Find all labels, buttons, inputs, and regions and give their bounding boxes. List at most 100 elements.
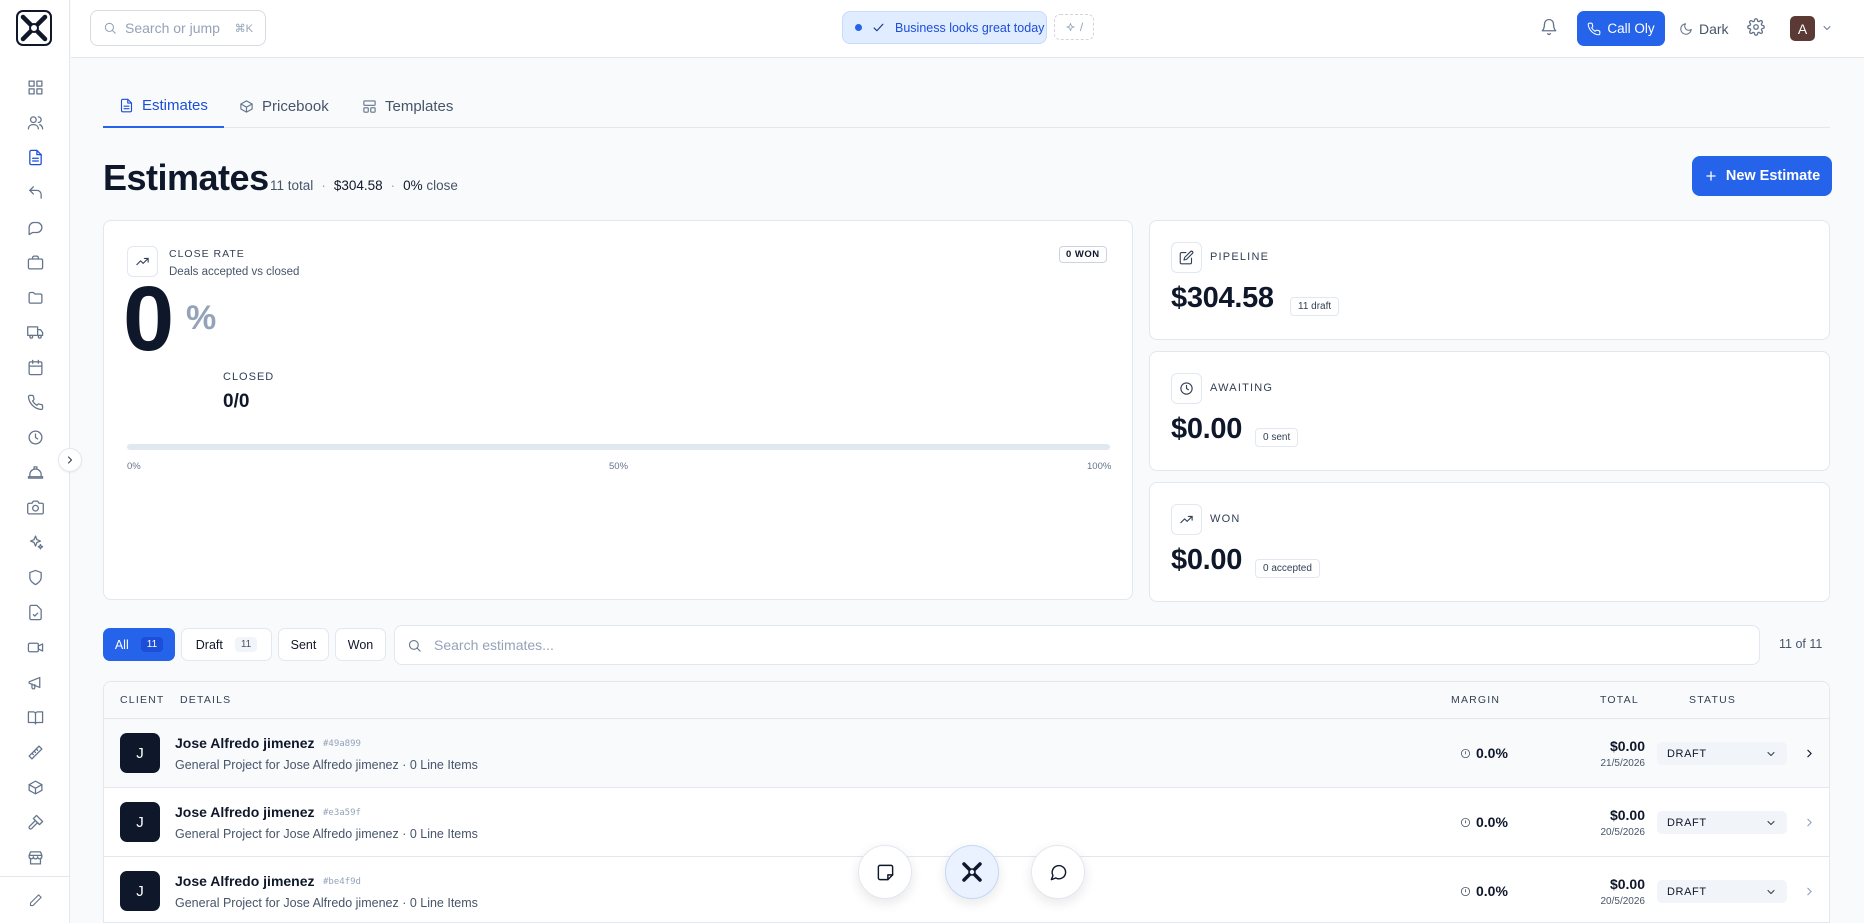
call-oly-button[interactable]: Call Oly: [1577, 11, 1665, 46]
tab-label: Templates: [385, 97, 454, 115]
tab-estimates[interactable]: Estimates: [103, 84, 224, 128]
sidebar-item-jobs[interactable]: [0, 245, 70, 280]
sidebar-item-inventory[interactable]: [0, 770, 70, 805]
settings-button[interactable]: [1747, 18, 1765, 36]
sidebar-item-files[interactable]: [0, 280, 70, 315]
column-margin[interactable]: MARGIN: [1451, 694, 1500, 706]
close-rate-label: close: [426, 178, 458, 193]
chevron-down-icon: [1823, 26, 1831, 30]
sidebar-item-estimates[interactable]: [0, 140, 70, 175]
app-logo-icon[interactable]: [16, 10, 52, 46]
sidebar-item-tools[interactable]: [0, 735, 70, 770]
folder-icon: [27, 291, 43, 304]
separator-dot: ·: [390, 178, 396, 193]
filter-chip-won[interactable]: Won: [335, 628, 386, 661]
page-summary-stats: 11 total · $304.58 · 0% close: [270, 178, 458, 193]
won-icon-box: [1171, 504, 1202, 535]
margin-value: 0.0%: [1476, 814, 1508, 830]
sidebar-item-customers[interactable]: [0, 105, 70, 140]
section-tabs: Estimates Pricebook Templates: [103, 84, 1830, 128]
column-details[interactable]: DETAILS: [180, 694, 231, 706]
margin-value: 0.0%: [1476, 745, 1508, 761]
sidebar-item-history[interactable]: [0, 420, 70, 455]
sidebar-item-messages[interactable]: [0, 210, 70, 245]
client-name: Jose Alfredo jimenez: [175, 735, 315, 751]
hard-hat-icon: [27, 466, 43, 479]
sidebar-item-photos[interactable]: [0, 490, 70, 525]
search-icon: [104, 22, 116, 34]
filter-chip-all[interactable]: All 11: [103, 628, 175, 661]
status-select[interactable]: DRAFT: [1657, 742, 1787, 765]
column-total[interactable]: TOTAL: [1600, 694, 1639, 706]
estimates-search-input[interactable]: Search estimates...: [394, 625, 1760, 665]
assistant-button[interactable]: [945, 845, 999, 899]
sidebar-item-docs[interactable]: [0, 700, 70, 735]
sidebar-item-calls[interactable]: [0, 385, 70, 420]
sidebar-edit-button[interactable]: [0, 876, 70, 923]
status-select[interactable]: DRAFT: [1657, 811, 1787, 834]
progress-tick-100: 100%: [1087, 461, 1112, 472]
global-search-input[interactable]: Search or jump ⌘K: [90, 10, 266, 46]
command-hint-label: /: [1079, 20, 1084, 34]
sidebar-expand-button[interactable]: [58, 448, 82, 472]
tab-label: Estimates: [142, 96, 208, 114]
chat-button[interactable]: [1031, 845, 1085, 899]
filter-chip-draft[interactable]: Draft 11: [181, 628, 272, 661]
tab-pricebook[interactable]: Pricebook: [223, 84, 345, 128]
user-avatar[interactable]: A: [1790, 16, 1815, 41]
call-oly-label: Call Oly: [1607, 21, 1655, 36]
top-bar: Search or jump ⌘K Business looks great t…: [71, 0, 1864, 58]
quick-note-button[interactable]: [858, 845, 912, 899]
sidebar-item-security[interactable]: [0, 560, 70, 595]
column-client[interactable]: CLIENT: [120, 694, 165, 706]
sidebar-item-marketing[interactable]: [0, 665, 70, 700]
client-avatar: J: [120, 802, 160, 842]
client-name: Jose Alfredo jimenez: [175, 804, 315, 820]
dark-mode-label: Dark: [1699, 20, 1729, 37]
dark-mode-toggle[interactable]: Dark: [1679, 11, 1729, 46]
info-icon: [1460, 817, 1471, 827]
estimate-id: #e3a59f: [323, 808, 361, 818]
row-open-button[interactable]: [1803, 816, 1816, 829]
sidebar-item-dashboard[interactable]: [0, 70, 70, 105]
estimate-description: General Project for Jose Alfredo jimenez…: [175, 827, 478, 841]
status-text: Business looks great today: [895, 20, 1045, 35]
user-menu-chevron[interactable]: [1821, 22, 1833, 34]
sidebar-item-store[interactable]: [0, 840, 70, 875]
ruler-icon: [27, 745, 43, 760]
filter-chip-sent[interactable]: Sent: [278, 628, 329, 661]
sidebar-item-ai[interactable]: [0, 525, 70, 560]
pipeline-amount: $304.58: [333, 178, 383, 193]
store-icon: [27, 851, 43, 865]
won-badge-count: 0 accepted: [1255, 559, 1320, 578]
row-open-button[interactable]: [1803, 885, 1816, 898]
book-open-icon: [27, 711, 43, 725]
sidebar-item-invoices[interactable]: [0, 595, 70, 630]
sidebar-item-dispatch[interactable]: [0, 315, 70, 350]
client-name: Jose Alfredo jimenez: [175, 873, 315, 889]
clock-icon: [1180, 382, 1193, 395]
column-status[interactable]: STATUS: [1689, 694, 1736, 706]
filter-chip-count: 11: [234, 637, 258, 652]
notifications-button[interactable]: [1540, 18, 1558, 36]
file-text-icon: [28, 149, 42, 166]
command-hint-button[interactable]: /: [1054, 14, 1094, 40]
status-select[interactable]: DRAFT: [1657, 880, 1787, 903]
closed-label: CLOSED: [223, 371, 275, 383]
row-open-button[interactable]: [1803, 747, 1816, 760]
business-status-pill[interactable]: Business looks great today: [842, 11, 1047, 44]
sidebar-item-equipment[interactable]: [0, 805, 70, 840]
sidebar-item-calendar[interactable]: [0, 350, 70, 385]
pipeline-badge: 11 draft: [1290, 297, 1340, 316]
sidebar-item-undo[interactable]: [0, 175, 70, 210]
estimate-id: #be4f9d: [323, 877, 361, 887]
tab-templates[interactable]: Templates: [346, 84, 469, 128]
new-estimate-button[interactable]: New Estimate: [1692, 156, 1832, 196]
trending-up-icon: [136, 257, 149, 266]
sidebar-item-video[interactable]: [0, 630, 70, 665]
total-count: 11 total: [270, 178, 313, 193]
phone-call-icon: [1588, 22, 1601, 35]
global-search-placeholder: Search or jump: [125, 20, 220, 36]
pipeline-card: PIPELINE $304.58 11 draft: [1149, 220, 1830, 340]
table-row[interactable]: J Jose Alfredo jimenez #49a899 General P…: [104, 719, 1829, 788]
